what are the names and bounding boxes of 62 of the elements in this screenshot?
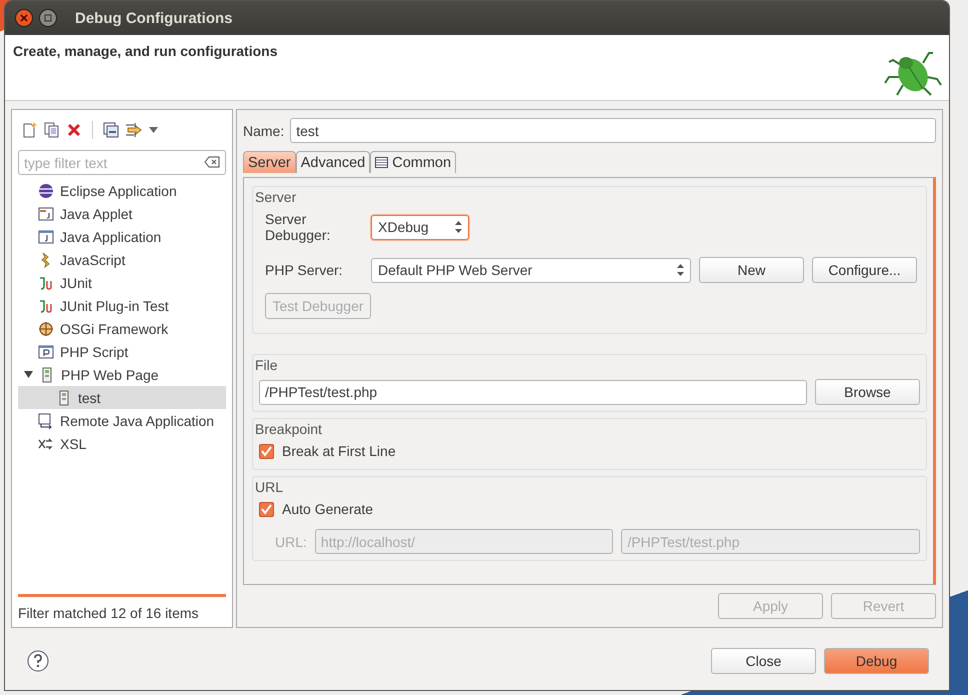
tree-item[interactable]: OSGi Framework <box>18 317 226 340</box>
junit-icon <box>38 274 54 290</box>
checkbox-label: Break at First Line <box>282 443 396 459</box>
tab[interactable]: Common <box>370 151 456 173</box>
tree-item[interactable]: Eclipse Application <box>18 179 226 202</box>
delete-icon[interactable] <box>66 122 82 138</box>
duplicate-icon[interactable] <box>44 122 60 138</box>
tree-item[interactable]: Remote Java Application <box>18 409 226 432</box>
remote-icon <box>38 412 54 428</box>
expand-arrow-icon[interactable] <box>24 370 33 379</box>
eclipse-icon <box>38 182 54 198</box>
group-title: Server <box>255 189 298 205</box>
tree-item[interactable]: XSL <box>18 432 226 455</box>
tree-item[interactable]: Java Application <box>18 225 226 248</box>
updown-arrows-icon <box>455 221 462 233</box>
file-field[interactable]: /PHPTest/test.php <box>259 380 807 404</box>
browse-button[interactable]: Browse <box>815 379 920 405</box>
debug-button[interactable]: Debug <box>824 648 929 674</box>
close-window-button[interactable] <box>15 9 33 27</box>
tree-item[interactable]: JavaScript <box>18 248 226 271</box>
applet-icon <box>38 206 54 222</box>
selected-tree-item[interactable]: test <box>18 386 226 409</box>
group-title: File <box>255 357 279 373</box>
name-label: Name: <box>243 122 284 138</box>
filter-status: Filter matched 12 of 16 items <box>18 594 226 621</box>
new-document-icon[interactable] <box>22 122 38 138</box>
name-field[interactable]: test <box>290 118 936 143</box>
tab[interactable]: Server <box>243 151 296 173</box>
server-debugger-label: Server Debugger: <box>265 211 332 243</box>
dropdown-caret-icon[interactable] <box>149 127 158 133</box>
url-label: URL: <box>275 534 307 550</box>
configure-button[interactable]: Configure... <box>812 257 917 283</box>
osgi-icon <box>38 320 54 336</box>
window-title: Debug Configurations <box>75 10 232 26</box>
tree-item[interactable]: PHP Web Page <box>18 363 226 386</box>
group-title: Breakpoint <box>255 421 323 437</box>
junit-icon <box>38 298 54 314</box>
tree-item[interactable]: JUnit Plug-in Test <box>18 294 226 317</box>
xsl-icon <box>38 436 54 452</box>
new-button[interactable]: New <box>699 257 804 283</box>
group-title: URL <box>255 479 284 495</box>
collapse-all-icon[interactable] <box>103 122 119 138</box>
debugger-select[interactable]: XDebug <box>371 214 469 240</box>
filter-field[interactable]: type filter text <box>18 150 226 175</box>
checkbox-label: Auto Generate <box>282 501 374 517</box>
tree-item[interactable]: PHP Script <box>18 340 226 363</box>
help-icon[interactable] <box>27 650 49 672</box>
updown-arrows-icon <box>677 264 684 276</box>
java-icon <box>38 228 54 244</box>
php-server-select[interactable]: Default PHP Web Server <box>371 258 691 282</box>
tree-item[interactable]: Java Applet <box>18 202 226 225</box>
close-icon <box>20 14 28 22</box>
tree-item[interactable]: JUnit <box>18 271 226 294</box>
table-icon <box>375 157 388 168</box>
checkbox[interactable] <box>259 444 274 458</box>
php-server-label: PHP Server: <box>265 262 344 278</box>
php-icon <box>38 344 54 360</box>
close-button[interactable]: Close <box>711 648 816 674</box>
tab[interactable]: Advanced <box>296 151 370 173</box>
square-icon <box>44 14 52 22</box>
header-message: Create, manage, and run configurations <box>13 43 278 61</box>
minimize-window-button[interactable] <box>39 9 57 27</box>
